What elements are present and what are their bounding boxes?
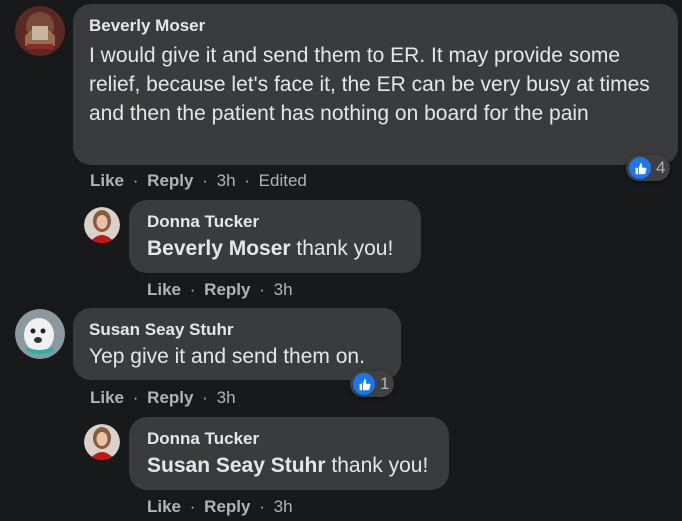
separator: · bbox=[202, 171, 208, 190]
comment-text: Beverly Moser thank you! bbox=[147, 234, 403, 263]
separator: · bbox=[132, 171, 139, 190]
comment-actions: Like · Reply · 3h · Edited bbox=[90, 170, 307, 192]
comment-actions: Like · Reply · 3h bbox=[90, 387, 236, 409]
comment-text: Susan Seay Stuhr thank you! bbox=[147, 451, 431, 480]
comment-author[interactable]: Beverly Moser bbox=[89, 15, 662, 37]
edited-label[interactable]: Edited bbox=[259, 171, 307, 190]
like-button[interactable]: Like bbox=[147, 497, 181, 516]
reaction-count[interactable]: 1 bbox=[350, 371, 395, 397]
separator: · bbox=[202, 388, 208, 407]
timestamp[interactable]: 3h bbox=[274, 497, 293, 516]
comment-bubble: Donna Tucker Beverly Moser thank you! bbox=[129, 200, 421, 273]
comment-author[interactable]: Donna Tucker bbox=[147, 428, 431, 450]
avatar[interactable] bbox=[84, 424, 120, 460]
reaction-count-value: 1 bbox=[380, 374, 390, 393]
comment-actions: Like · Reply · 3h bbox=[147, 496, 293, 518]
comment-text-body: thank you! bbox=[290, 237, 394, 260]
comment-bubble: Susan Seay Stuhr Yep give it and send th… bbox=[73, 308, 401, 380]
separator: · bbox=[189, 497, 196, 516]
like-button[interactable]: Like bbox=[147, 280, 181, 299]
reply-button[interactable]: Reply bbox=[147, 171, 193, 190]
timestamp[interactable]: 3h bbox=[274, 280, 293, 299]
separator: · bbox=[244, 171, 250, 190]
avatar[interactable] bbox=[15, 6, 65, 56]
comment-author[interactable]: Donna Tucker bbox=[147, 211, 403, 233]
separator: · bbox=[259, 497, 265, 516]
reaction-count[interactable]: 4 bbox=[626, 155, 671, 181]
timestamp[interactable]: 3h bbox=[217, 388, 236, 407]
separator: · bbox=[189, 280, 196, 299]
avatar[interactable] bbox=[15, 309, 65, 359]
mention-link[interactable]: Susan Seay Stuhr bbox=[147, 454, 326, 477]
like-button[interactable]: Like bbox=[90, 171, 124, 190]
separator: · bbox=[259, 280, 265, 299]
reply-button[interactable]: Reply bbox=[204, 497, 250, 516]
reaction-count-value: 4 bbox=[656, 158, 666, 177]
reply-button[interactable]: Reply bbox=[147, 388, 193, 407]
comment-text: I would give it and send them to ER. It … bbox=[89, 44, 650, 125]
avatar[interactable] bbox=[84, 207, 120, 243]
reply-button[interactable]: Reply bbox=[204, 280, 250, 299]
mention-link[interactable]: Beverly Moser bbox=[147, 237, 291, 260]
like-reaction-icon bbox=[629, 157, 651, 179]
timestamp[interactable]: 3h bbox=[217, 171, 236, 190]
comment-text-body: thank you! bbox=[325, 454, 429, 477]
comment-bubble: Beverly Moser I would give it and send t… bbox=[73, 4, 678, 165]
comment-author[interactable]: Susan Seay Stuhr bbox=[89, 319, 385, 341]
like-reaction-icon bbox=[353, 373, 375, 395]
comment-actions: Like · Reply · 3h bbox=[147, 279, 293, 301]
comment-text: Yep give it and send them on. bbox=[89, 345, 365, 368]
comment-bubble: Donna Tucker Susan Seay Stuhr thank you! bbox=[129, 417, 449, 490]
like-button[interactable]: Like bbox=[90, 388, 124, 407]
separator: · bbox=[132, 388, 139, 407]
